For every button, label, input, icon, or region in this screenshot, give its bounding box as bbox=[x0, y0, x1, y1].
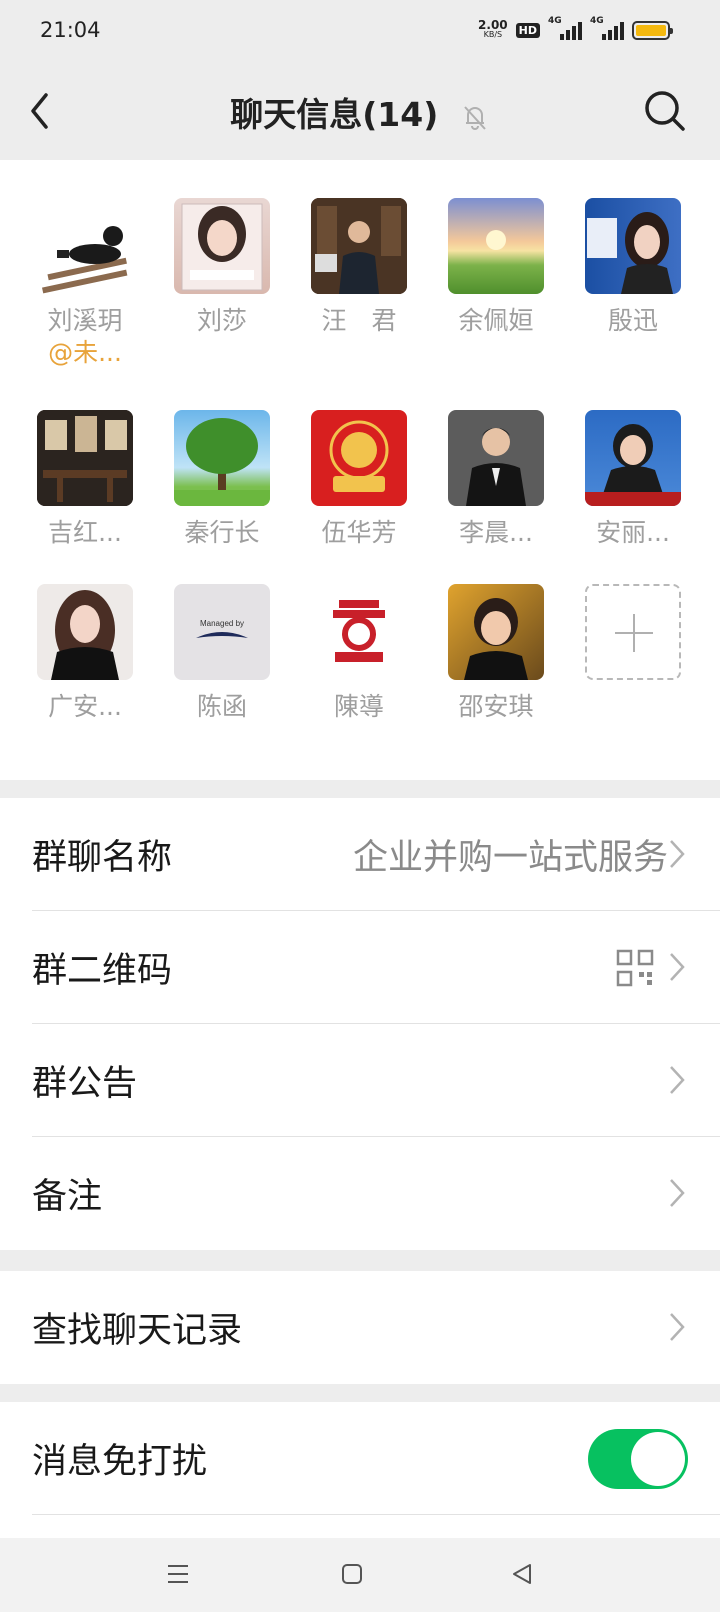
avatar bbox=[37, 410, 133, 506]
group-settings: 群聊名称 企业并购一站式服务 群二维码 群公告 备注 bbox=[0, 798, 720, 1250]
clock: 21:04 bbox=[40, 18, 101, 42]
chevron-right-icon bbox=[670, 1066, 685, 1094]
member-item[interactable]: 刘莎 bbox=[162, 198, 282, 336]
search-history-label: 查找聊天记录 bbox=[32, 1311, 243, 1351]
qr-code-icon bbox=[616, 949, 654, 986]
member-name: 刘莎 bbox=[196, 306, 247, 335]
member-item[interactable]: 广安... bbox=[25, 584, 145, 722]
home-icon[interactable] bbox=[340, 1562, 364, 1586]
avatar bbox=[311, 410, 407, 506]
member-item[interactable]: 邵安琪 bbox=[436, 584, 556, 722]
avatar bbox=[37, 198, 133, 294]
back-nav-icon[interactable] bbox=[510, 1562, 534, 1586]
page-title: 聊天信息(14) bbox=[230, 95, 439, 134]
mute-label: 消息免打扰 bbox=[32, 1442, 208, 1482]
battery-icon bbox=[632, 20, 673, 40]
plus-icon bbox=[585, 584, 681, 680]
network-speed: 2.00 KB/S bbox=[478, 19, 508, 40]
bell-off-icon bbox=[464, 105, 486, 130]
member-name: 余佩姮 bbox=[458, 306, 534, 335]
member-item[interactable]: 汪 君 bbox=[299, 198, 419, 336]
add-member-button[interactable] bbox=[573, 584, 693, 680]
group-notice-label: 群公告 bbox=[32, 1064, 138, 1104]
avatar bbox=[311, 584, 407, 680]
chevron-right-icon bbox=[670, 953, 685, 981]
avatar bbox=[585, 198, 681, 294]
group-notice-row[interactable]: 群公告 bbox=[0, 1024, 720, 1137]
member-grid: 刘溪玥 @未... 刘莎 汪 君 余佩姮 殷迅 吉红... 秦行长 伍华芳 李晨… bbox=[0, 160, 720, 780]
avatar bbox=[37, 584, 133, 680]
member-name: 伍华芳 bbox=[321, 518, 397, 547]
member-item[interactable]: 秦行长 bbox=[162, 410, 282, 548]
member-name: 邵安琪 bbox=[458, 692, 534, 721]
signal-icon: 4G bbox=[548, 16, 582, 40]
group-qrcode-row[interactable]: 群二维码 bbox=[0, 911, 720, 1024]
search-history-row[interactable]: 查找聊天记录 bbox=[0, 1271, 720, 1384]
member-item[interactable]: Managed by 陈函 bbox=[162, 584, 282, 722]
member-name: 吉红... bbox=[48, 518, 122, 547]
member-name: 陈函 bbox=[196, 692, 247, 721]
avatar bbox=[448, 410, 544, 506]
member-item[interactable]: 伍华芳 bbox=[299, 410, 419, 548]
avatar bbox=[174, 410, 270, 506]
member-item[interactable]: 殷迅 bbox=[573, 198, 693, 336]
avatar bbox=[311, 198, 407, 294]
search-icon bbox=[645, 91, 685, 131]
search-button[interactable] bbox=[640, 86, 690, 136]
member-name: 汪 君 bbox=[321, 306, 397, 335]
group-name-label: 群聊名称 bbox=[32, 838, 173, 878]
page-title-wrap: 聊天信息(14) bbox=[0, 88, 720, 136]
avatar bbox=[448, 198, 544, 294]
member-item[interactable]: 刘溪玥 @未... bbox=[25, 198, 145, 370]
signal-type-label-2: 4G bbox=[590, 16, 604, 26]
member-name: 刘溪玥 bbox=[47, 306, 123, 335]
remark-row[interactable]: 备注 bbox=[0, 1137, 720, 1250]
member-item[interactable]: 吉红... bbox=[25, 410, 145, 548]
member-name: 陳導 bbox=[333, 692, 384, 721]
chevron-right-icon bbox=[670, 840, 685, 868]
member-name: 安丽... bbox=[596, 518, 670, 547]
avatar bbox=[174, 198, 270, 294]
member-mention: @未... bbox=[48, 338, 122, 367]
avatar bbox=[448, 584, 544, 680]
signal-type-label: 4G bbox=[548, 16, 562, 26]
system-nav-bar bbox=[0, 1538, 720, 1612]
signal-icon-2: 4G bbox=[590, 16, 624, 40]
mute-toggle[interactable] bbox=[588, 1428, 688, 1489]
member-name: 殷迅 bbox=[607, 306, 658, 335]
hd-voice-icon: HD bbox=[515, 22, 540, 38]
member-item[interactable]: 陳導 bbox=[299, 584, 419, 722]
member-name: 李晨... bbox=[459, 518, 533, 547]
group-name-row[interactable]: 群聊名称 企业并购一站式服务 bbox=[0, 798, 720, 911]
avatar bbox=[585, 410, 681, 506]
member-name: 广安... bbox=[48, 692, 122, 721]
toggle-knob bbox=[631, 1431, 685, 1486]
member-item[interactable]: 安丽... bbox=[573, 410, 693, 548]
avatar: Managed by bbox=[174, 584, 270, 680]
group-qrcode-label: 群二维码 bbox=[32, 951, 173, 991]
chevron-right-icon bbox=[670, 1313, 685, 1341]
search-history-group: 查找聊天记录 bbox=[0, 1271, 720, 1384]
group-name-value: 企业并购一站式服务 bbox=[352, 838, 668, 878]
mute-row: 消息免打扰 bbox=[0, 1402, 720, 1515]
chevron-right-icon bbox=[670, 1179, 685, 1207]
divider bbox=[32, 1514, 720, 1515]
member-name: 秦行长 bbox=[184, 518, 260, 547]
member-item[interactable]: 李晨... bbox=[436, 410, 556, 548]
menu-icon[interactable] bbox=[166, 1562, 190, 1586]
remark-label: 备注 bbox=[32, 1177, 103, 1217]
managed-by-text: Managed by bbox=[200, 619, 244, 628]
status-bar: 21:04 2.00 KB/S HD 4G 4G bbox=[0, 0, 720, 62]
member-item[interactable]: 余佩姮 bbox=[436, 198, 556, 336]
mute-group: 消息免打扰 bbox=[0, 1402, 720, 1538]
header: 聊天信息(14) bbox=[0, 62, 720, 160]
status-icons: 2.00 KB/S HD 4G 4G bbox=[478, 16, 673, 40]
